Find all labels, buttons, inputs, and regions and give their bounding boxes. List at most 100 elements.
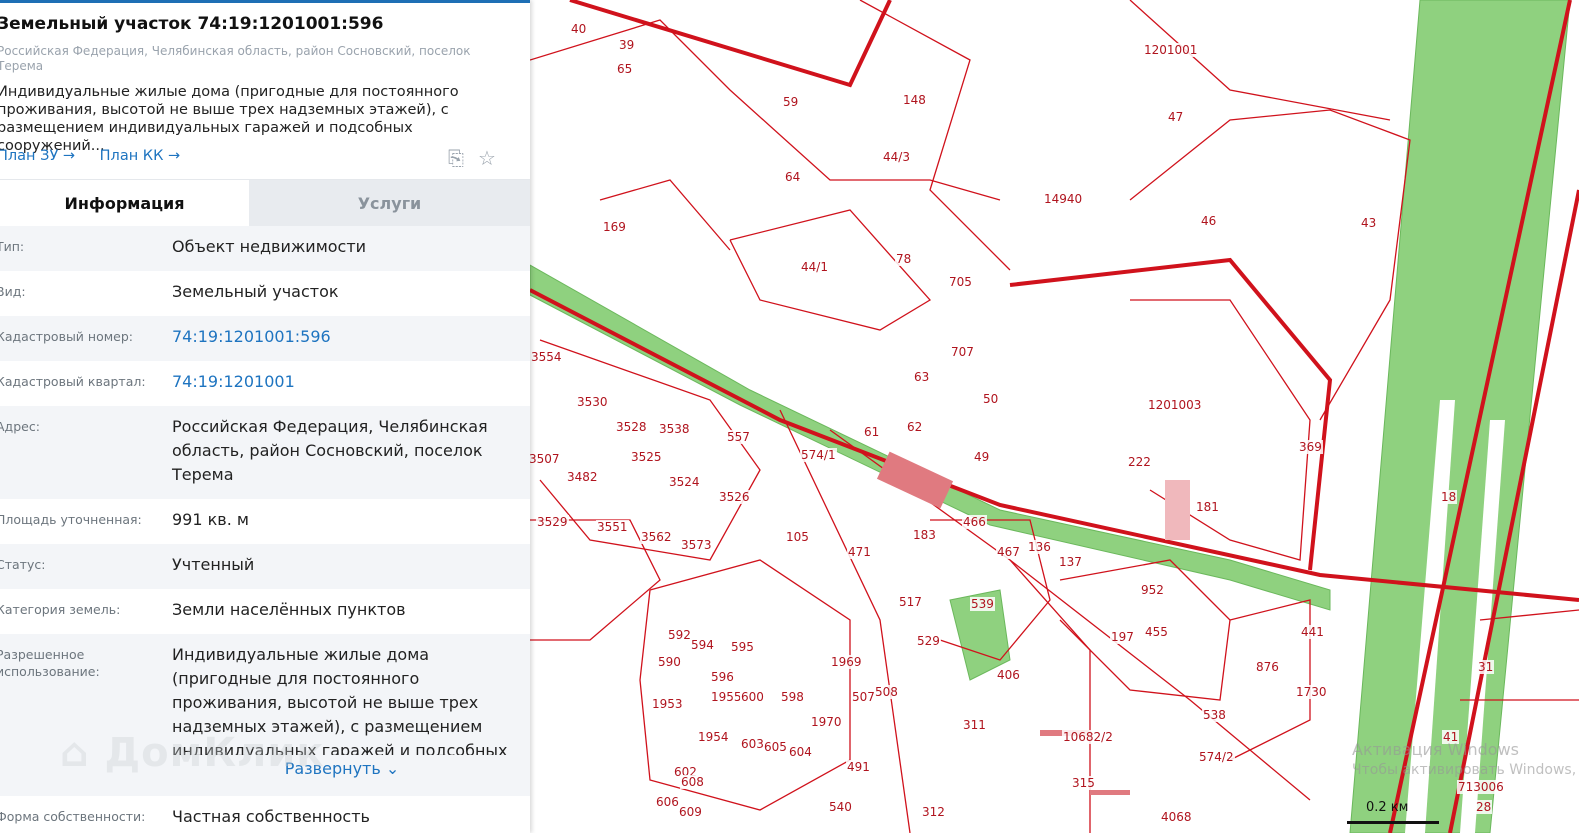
search-document-icon[interactable]: ⎘ (448, 146, 464, 170)
parcel-label[interactable]: 604 (788, 745, 813, 759)
parcel-label[interactable]: 183 (912, 528, 937, 542)
parcel-label[interactable]: 105 (785, 530, 810, 544)
plan-zu-link[interactable]: План ЗУ → (0, 148, 75, 164)
parcel-label[interactable]: 594 (690, 638, 715, 652)
cadastral-map[interactable]: 40 39 65 59 148 44/3 64 169 44/1 78 705 707 63 50 49 62… (530, 0, 1579, 833)
parcel-label[interactable]: 707 (950, 345, 975, 359)
parcel-label[interactable]: 62 (906, 420, 924, 434)
parcel-label[interactable]: 63 (913, 370, 931, 384)
parcel-label[interactable]: 1201003 (1147, 398, 1203, 412)
parcel-label[interactable]: 18 (1440, 490, 1458, 504)
parcel-label[interactable]: 3525 (630, 450, 663, 464)
parcel-label[interactable]: 609 (678, 805, 703, 819)
parcel-label[interactable]: 595 (730, 640, 755, 654)
parcel-label[interactable]: 596 (710, 670, 735, 684)
parcel-label[interactable]: 3528 (615, 420, 648, 434)
parcel-label[interactable]: 3538 (658, 422, 691, 436)
parcel-label[interactable]: 47 (1167, 110, 1185, 124)
parcel-label[interactable]: 44/1 (800, 260, 829, 274)
parcel-label[interactable]: 49 (973, 450, 991, 464)
parcel-label[interactable]: 3562 (640, 530, 673, 544)
parcel-label[interactable]: 590 (657, 655, 682, 669)
parcel-label[interactable]: 1953 (651, 697, 684, 711)
parcel-label[interactable]: 31 (1477, 660, 1495, 674)
parcel-label[interactable]: 46 (1200, 214, 1218, 228)
parcel-label[interactable]: 705 (948, 275, 973, 289)
parcel-label[interactable]: 574/2 (1198, 750, 1235, 764)
parcel-label[interactable]: 507 (851, 690, 876, 704)
parcel-label[interactable]: 592 (667, 628, 692, 642)
parcel-label[interactable]: 3524 (668, 475, 701, 489)
parcel-label[interactable]: 539 (970, 597, 995, 611)
parcel-label[interactable]: 1955 (710, 690, 743, 704)
parcel-label[interactable]: 713006 (1457, 780, 1505, 794)
parcel-label[interactable]: 471 (847, 545, 872, 559)
parcel-label[interactable]: 952 (1140, 583, 1165, 597)
parcel-label[interactable]: 136 (1027, 540, 1052, 554)
parcel-label[interactable]: 59 (782, 95, 800, 109)
parcel-label[interactable]: 40 (570, 22, 588, 36)
parcel-label[interactable]: 137 (1058, 555, 1083, 569)
parcel-label[interactable]: 455 (1144, 625, 1169, 639)
parcel-label[interactable]: 369 (1298, 440, 1323, 454)
parcel-label[interactable]: 557 (726, 430, 751, 444)
parcel-label[interactable]: 3482 (566, 470, 599, 484)
parcel-label[interactable]: 4068 (1160, 810, 1193, 824)
tab-information[interactable]: Информация (0, 180, 249, 226)
parcel-label[interactable]: 606 (655, 795, 680, 809)
parcel-label[interactable]: 3573 (680, 538, 713, 552)
parcel-label[interactable]: 3529 (536, 515, 569, 529)
parcel-label[interactable]: 3526 (718, 490, 751, 504)
parcel-label[interactable]: 222 (1127, 455, 1152, 469)
parcel-label[interactable]: 3507 (530, 452, 561, 466)
parcel-label[interactable]: 3530 (576, 395, 609, 409)
parcel-label[interactable]: 50 (982, 392, 1000, 406)
parcel-label[interactable]: 28 (1475, 800, 1493, 814)
parcel-label[interactable]: 538 (1202, 708, 1227, 722)
parcel-label[interactable]: 608 (680, 775, 705, 789)
parcel-label[interactable]: 65 (616, 62, 634, 76)
parcel-label[interactable]: 3554 (530, 350, 563, 364)
parcel-label[interactable]: 43 (1360, 216, 1378, 230)
parcel-label[interactable]: 39 (618, 38, 636, 52)
parcel-label[interactable]: 441 (1300, 625, 1325, 639)
parcel-label[interactable]: 876 (1255, 660, 1280, 674)
plan-kk-link[interactable]: План КК → (100, 148, 181, 164)
parcel-label[interactable]: 14940 (1043, 192, 1084, 206)
parcel-label[interactable]: 406 (996, 668, 1021, 682)
parcel-label[interactable]: 491 (846, 760, 871, 774)
info-row-value[interactable]: 74:19:1201001 (172, 370, 512, 394)
parcel-label[interactable]: 44/3 (882, 150, 911, 164)
parcel-label[interactable]: 3551 (596, 520, 629, 534)
star-icon[interactable]: ☆ (478, 146, 496, 170)
parcel-label[interactable]: 517 (898, 595, 923, 609)
parcel-label[interactable]: 148 (902, 93, 927, 107)
parcel-label[interactable]: 78 (895, 252, 913, 266)
parcel-label[interactable]: 598 (780, 690, 805, 704)
parcel-label[interactable]: 197 (1110, 630, 1135, 644)
parcel-label[interactable]: 1969 (830, 655, 863, 669)
parcel-label[interactable]: 181 (1195, 500, 1220, 514)
parcel-label[interactable]: 605 (763, 740, 788, 754)
tab-services[interactable]: Услуги (249, 180, 530, 226)
parcel-label[interactable]: 64 (784, 170, 802, 184)
parcel-label[interactable]: 600 (740, 690, 765, 704)
parcel-label[interactable]: 574/1 (800, 448, 837, 462)
parcel-label[interactable]: 10682/2 (1062, 730, 1114, 744)
parcel-label[interactable]: 603 (740, 737, 765, 751)
parcel-label[interactable]: 315 (1071, 776, 1096, 790)
parcel-label[interactable]: 311 (962, 718, 987, 732)
parcel-label[interactable]: 466 (962, 515, 987, 529)
parcel-label[interactable]: 61 (863, 425, 881, 439)
info-row-value[interactable]: 74:19:1201001:596 (172, 325, 512, 349)
parcel-label[interactable]: 1970 (810, 715, 843, 729)
parcel-label[interactable]: 169 (602, 220, 627, 234)
parcel-label[interactable]: 1954 (697, 730, 730, 744)
parcel-label[interactable]: 467 (996, 545, 1021, 559)
parcel-label[interactable]: 312 (921, 805, 946, 819)
parcel-label[interactable]: 1201001 (1143, 43, 1199, 57)
parcel-label[interactable]: 529 (916, 634, 941, 648)
parcel-label[interactable]: 508 (874, 685, 899, 699)
parcel-label[interactable]: 540 (828, 800, 853, 814)
parcel-label[interactable]: 1730 (1295, 685, 1328, 699)
